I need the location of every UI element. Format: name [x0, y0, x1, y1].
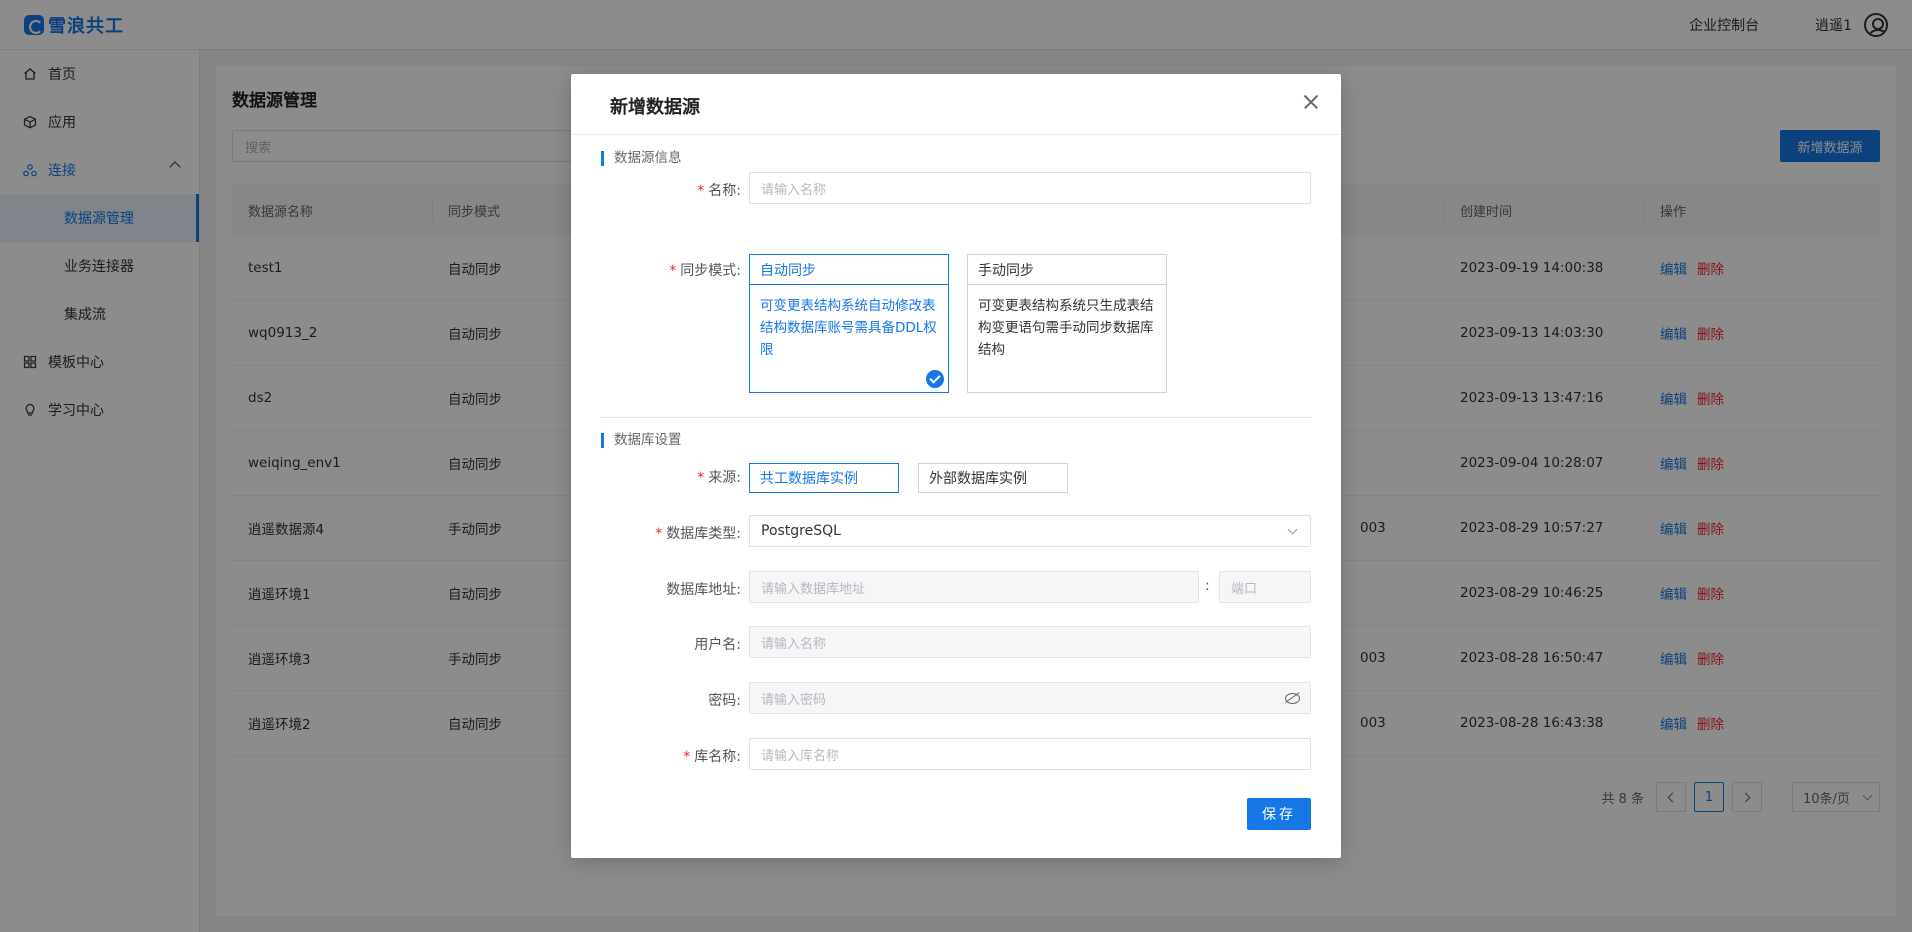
- dbtype-label: * 数据库类型:: [571, 523, 741, 543]
- password-field[interactable]: 请输入密码: [749, 682, 1311, 714]
- sync-mode-manual-card[interactable]: 手动同步 可变更表结构系统只生成表结构变更语句需手动同步数据库结构: [967, 254, 1167, 393]
- required-mark: *: [655, 526, 663, 542]
- dbtype-value: PostgreSQL: [761, 523, 841, 539]
- username-label: 用户名:: [694, 637, 741, 653]
- password-placeholder: 请输入密码: [761, 692, 827, 708]
- required-mark: *: [697, 183, 705, 199]
- sync-mode-manual-desc: 可变更表结构系统只生成表结构变更语句需手动同步数据库结构: [978, 298, 1154, 358]
- chevron-down-icon: [1287, 524, 1298, 535]
- required-mark: *: [669, 263, 677, 279]
- dbname-label: * 库名称:: [571, 746, 741, 766]
- sync-mode-manual-title: 手动同步: [968, 255, 1166, 285]
- address-field[interactable]: 请输入数据库地址: [749, 571, 1199, 603]
- section-title-db: 数据库设置: [601, 433, 682, 448]
- source-external-option[interactable]: 外部数据库实例: [918, 463, 1068, 493]
- required-mark: *: [683, 749, 691, 765]
- close-icon[interactable]: [1299, 90, 1323, 114]
- username-field[interactable]: 请输入名称: [749, 626, 1311, 658]
- name-label-text: 名称:: [708, 183, 741, 199]
- port-separator: :: [1205, 578, 1210, 594]
- add-datasource-dialog: 新增数据源 数据源信息 * 名称: 请输入名称 * 同步模式: 自动同步 可变更表结…: [571, 74, 1341, 858]
- sync-mode-label: * 同步模式:: [571, 260, 741, 280]
- dbname-field[interactable]: 请输入库名称: [749, 738, 1311, 770]
- dbname-label-text: 库名称:: [694, 749, 741, 765]
- sync-mode-auto-card[interactable]: 自动同步 可变更表结构系统自动修改表结构数据库账号需具备DDL权限: [749, 254, 949, 393]
- dialog-title: 新增数据源: [610, 97, 700, 118]
- sync-mode-auto-title: 自动同步: [750, 255, 948, 285]
- source-label-text: 来源:: [708, 470, 741, 486]
- dbtype-label-text: 数据库类型:: [666, 526, 741, 542]
- name-label: * 名称:: [571, 180, 741, 200]
- sync-mode-auto-desc: 可变更表结构系统自动修改表结构数据库账号需具备DDL权限: [760, 298, 937, 358]
- source-shared-option[interactable]: 共工数据库实例: [749, 463, 899, 493]
- dbtype-select[interactable]: PostgreSQL: [749, 515, 1311, 547]
- section-title-info: 数据源信息: [601, 151, 682, 166]
- sync-mode-label-text: 同步模式:: [680, 263, 741, 279]
- save-button[interactable]: 保存: [1247, 798, 1311, 830]
- password-label: 密码:: [708, 693, 741, 709]
- required-mark: *: [697, 470, 705, 486]
- eye-off-icon[interactable]: [1284, 692, 1300, 704]
- name-field[interactable]: 请输入名称: [749, 172, 1311, 204]
- section-divider: [601, 417, 1311, 418]
- source-label: * 来源:: [571, 467, 741, 487]
- port-field[interactable]: 端口: [1219, 571, 1311, 603]
- dialog-header: 新增数据源: [571, 74, 1341, 135]
- check-circle-icon: [926, 370, 944, 388]
- address-label: 数据库地址:: [666, 582, 741, 598]
